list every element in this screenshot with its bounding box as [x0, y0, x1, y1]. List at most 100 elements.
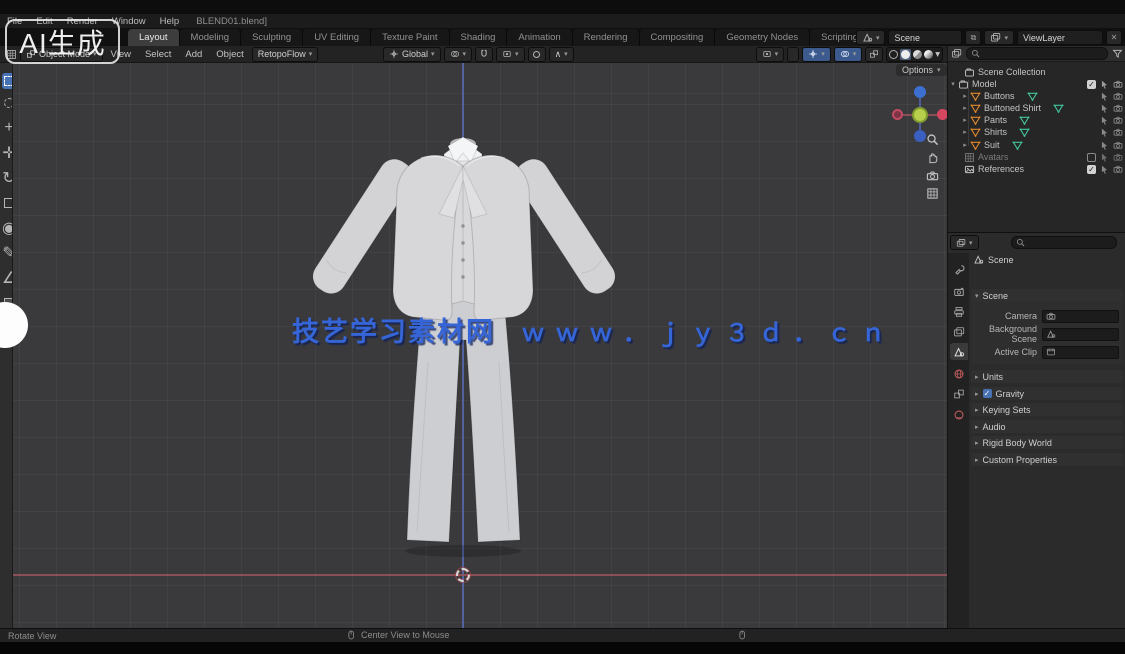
selectable-cursor-icon[interactable] — [1100, 92, 1109, 101]
view-layer-name-field[interactable]: ViewLayer — [1017, 30, 1103, 45]
gizmo-x-minus[interactable] — [892, 109, 903, 120]
snap-toggle[interactable] — [475, 47, 493, 62]
view-layer-icon-button[interactable]: ▾ — [984, 30, 1014, 45]
proportional-editing-toggle[interactable] — [528, 47, 546, 62]
render-camera-icon[interactable] — [1113, 164, 1123, 174]
outliner-row-pants[interactable]: ▸ Pants — [948, 114, 1125, 126]
collection-checkbox-checked[interactable]: ✓ — [1087, 80, 1096, 89]
wireframe-shading-button[interactable] — [889, 50, 898, 59]
tab-compositing[interactable]: Compositing — [640, 29, 716, 46]
custom-properties-panel-header[interactable]: ▸ Custom Properties — [971, 453, 1123, 466]
outliner-row-model[interactable]: ▾ Model ✓ — [948, 78, 1125, 90]
snap-settings-dropdown[interactable]: ▾ — [496, 47, 525, 62]
outliner-row-references[interactable]: References ✓ — [948, 163, 1125, 175]
cursor-tool[interactable]: + — [2, 120, 13, 136]
tab-modeling[interactable]: Modeling — [180, 29, 242, 46]
gravity-checkbox-checked[interactable]: ✓ — [983, 389, 992, 398]
measure-tool[interactable]: ∠ — [2, 270, 13, 286]
remove-view-layer-button[interactable]: ✕ — [1106, 30, 1122, 45]
outliner-row-shirts[interactable]: ▸ Shirts — [948, 126, 1125, 138]
render-camera-icon[interactable] — [1113, 79, 1123, 89]
tab-animation[interactable]: Animation — [507, 29, 572, 46]
units-panel-header[interactable]: ▸ Units — [971, 370, 1123, 383]
proportional-falloff-dropdown[interactable]: ∧ ▾ — [549, 47, 574, 62]
menu-add[interactable]: Add — [179, 49, 208, 60]
gravity-panel-header[interactable]: ▸ ✓ Gravity — [971, 387, 1123, 400]
camera-view-button[interactable] — [924, 167, 940, 183]
shading-dropdown-caret[interactable]: ▾ — [935, 49, 940, 60]
selectable-cursor-icon[interactable] — [1100, 141, 1109, 150]
selectable-cursor-icon[interactable] — [1100, 116, 1109, 125]
select-circle-tool[interactable] — [2, 95, 13, 111]
object-visibility-dropdown[interactable]: ▾ — [756, 47, 785, 62]
filter-icon[interactable] — [1112, 48, 1123, 59]
expand-icon[interactable]: ▸ — [960, 116, 970, 124]
new-scene-button[interactable]: ⧉ — [965, 30, 981, 45]
active-clip-field[interactable] — [1042, 346, 1119, 359]
rendered-shading-button[interactable] — [924, 50, 933, 59]
outliner-editor-icon[interactable] — [951, 48, 962, 59]
keying-sets-panel-header[interactable]: ▸ Keying Sets — [971, 403, 1123, 416]
retopoflow-menu[interactable]: RetopoFlow ▾ — [252, 47, 319, 62]
selectable-cursor-icon[interactable] — [1100, 165, 1109, 174]
overlays-dropdown[interactable]: ▾ — [834, 47, 863, 62]
expand-icon[interactable]: ▸ — [960, 141, 970, 149]
tab-view-layer-properties[interactable] — [950, 323, 968, 340]
gizmo-x-plus[interactable] — [937, 109, 947, 120]
tab-object-properties[interactable] — [950, 385, 968, 402]
scale-tool[interactable] — [2, 195, 13, 211]
tab-output-properties[interactable] — [950, 303, 968, 320]
tab-material-properties[interactable] — [950, 406, 968, 423]
expand-icon[interactable]: ▾ — [948, 80, 958, 88]
gizmo-z-plus[interactable] — [914, 86, 926, 98]
properties-editor-dropdown[interactable]: ▾ — [950, 235, 979, 250]
rigid-body-world-panel-header[interactable]: ▸ Rigid Body World — [971, 436, 1123, 449]
outliner-row-buttons[interactable]: ▸ Buttons — [948, 90, 1125, 102]
tab-geometry-nodes[interactable]: Geometry Nodes — [715, 29, 810, 46]
tab-rendering[interactable]: Rendering — [573, 29, 640, 46]
audio-panel-header[interactable]: ▸ Audio — [971, 420, 1123, 433]
tab-tool-properties[interactable] — [950, 261, 968, 278]
expand-icon[interactable]: ▸ — [960, 128, 970, 136]
tab-texture-paint[interactable]: Texture Paint — [371, 29, 449, 46]
scene-panel-header[interactable]: ▾ Scene — [971, 289, 1123, 302]
gizmos-dropdown[interactable]: ▾ — [802, 47, 831, 62]
expand-icon[interactable]: ▸ — [960, 92, 970, 100]
perspective-toggle-button[interactable] — [924, 185, 940, 201]
select-box-tool[interactable] — [2, 73, 13, 89]
tab-layout[interactable]: Layout — [128, 29, 180, 46]
zoom-view-button[interactable] — [924, 131, 940, 147]
solid-shading-button[interactable] — [900, 49, 911, 60]
properties-search-input[interactable] — [1011, 236, 1117, 249]
tab-scene-properties[interactable] — [950, 343, 968, 360]
annotate-tool[interactable]: ✎ — [2, 245, 13, 261]
outliner-row-buttoned-shirt[interactable]: ▸ Buttoned Shirt — [948, 102, 1125, 114]
menu-select[interactable]: Select — [139, 49, 177, 60]
render-camera-icon[interactable] — [1113, 127, 1123, 137]
options-dropdown[interactable]: Options ▾ — [896, 64, 947, 76]
menu-object[interactable]: Object — [210, 49, 249, 60]
menu-help[interactable]: Help — [153, 16, 187, 27]
collection-checkbox-checked[interactable]: ✓ — [1087, 165, 1096, 174]
render-camera-icon[interactable] — [1113, 140, 1123, 150]
selectable-cursor-icon[interactable] — [1100, 104, 1109, 113]
selectable-cursor-icon[interactable] — [1100, 128, 1109, 137]
outliner-row-scene-collection[interactable]: Scene Collection — [948, 66, 1125, 78]
scene-name-field[interactable]: Scene — [888, 30, 962, 45]
background-scene-field[interactable] — [1042, 328, 1119, 341]
transform-tool[interactable]: ◉ — [2, 220, 13, 236]
render-camera-icon[interactable] — [1113, 103, 1123, 113]
camera-field[interactable] — [1042, 310, 1119, 323]
pan-view-button[interactable] — [924, 149, 940, 165]
render-camera-icon[interactable] — [1113, 91, 1123, 101]
expand-icon[interactable]: ▸ — [960, 104, 970, 112]
material-preview-button[interactable] — [913, 50, 922, 59]
outliner-row-avatars[interactable]: Avatars — [948, 151, 1125, 163]
collection-checkbox-unchecked[interactable] — [1087, 153, 1096, 162]
move-tool[interactable]: ✛ — [2, 145, 13, 161]
tab-render-properties[interactable] — [950, 283, 968, 300]
transform-orientation-dropdown[interactable]: Global ▾ — [383, 47, 441, 62]
pivot-point-dropdown[interactable]: ▾ — [444, 47, 473, 62]
xray-toggle[interactable] — [865, 47, 883, 62]
tab-sculpting[interactable]: Sculpting — [241, 29, 303, 46]
